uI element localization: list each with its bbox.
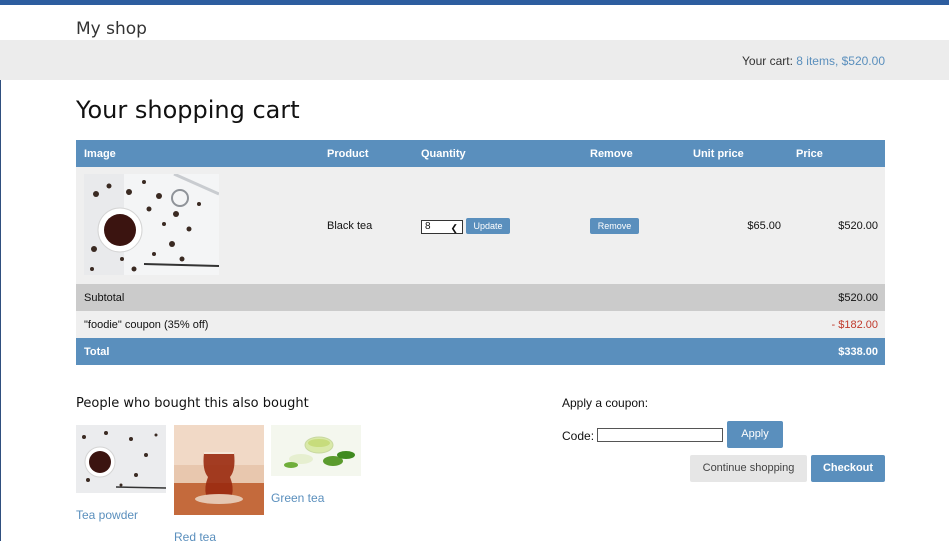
cart-summary: Your cart: 8 items, $520.00 — [742, 54, 885, 68]
column-header-quantity: Quantity — [421, 148, 466, 160]
site-header: My shop — [0, 5, 949, 40]
quantity-value: 8 — [425, 221, 431, 232]
page-title: Your shopping cart — [76, 96, 300, 124]
continue-shopping-button[interactable]: Continue shopping — [690, 455, 807, 482]
also-bought-link[interactable]: Green tea — [271, 491, 324, 505]
checkout-button[interactable]: Checkout — [811, 455, 885, 482]
total-row: Total $338.00 — [76, 338, 885, 365]
cart-summary-link[interactable]: 8 items, $520.00 — [796, 54, 885, 68]
remove-button[interactable]: Remove — [590, 218, 639, 234]
also-bought-title: People who bought this also bought — [76, 396, 309, 411]
black-tea-photo[interactable] — [84, 174, 219, 275]
table-row: Black tea 8 ❮ Update Remove $65.00 $520.… — [76, 167, 885, 284]
column-header-product: Product — [327, 148, 369, 160]
also-bought-link[interactable]: Tea powder — [76, 508, 138, 522]
total-value: $338.00 — [838, 346, 878, 358]
product-name[interactable]: Black tea — [327, 220, 372, 232]
line-price: $520.00 — [838, 220, 878, 232]
window-edge — [0, 5, 1, 541]
coupon-discount: - $182.00 — [831, 319, 878, 331]
subtotal-row: Subtotal $520.00 — [76, 284, 885, 311]
table-header: Image Product Quantity Remove Unit price… — [76, 140, 885, 167]
coupon-row: "foodie" coupon (35% off) - $182.00 — [76, 311, 885, 338]
coupon-form-title: Apply a coupon: — [562, 396, 649, 410]
coupon-label: "foodie" coupon (35% off) — [84, 319, 209, 331]
chevron-down-icon: ❮ — [450, 223, 458, 233]
tea-powder-photo[interactable] — [76, 425, 166, 493]
subtotal-label: Subtotal — [84, 292, 125, 304]
column-header-image: Image — [84, 148, 116, 160]
quantity-select[interactable]: 8 ❮ — [421, 220, 463, 234]
column-header-unit-price: Unit price — [693, 148, 744, 160]
subtotal-value: $520.00 — [838, 292, 878, 304]
column-header-remove: Remove — [590, 148, 633, 160]
total-label: Total — [84, 346, 110, 358]
red-tea-photo[interactable] — [174, 425, 264, 515]
unit-price: $65.00 — [747, 220, 781, 232]
code-label: Code: — [562, 429, 595, 443]
coupon-code-input[interactable] — [597, 428, 723, 442]
cart-table: Image Product Quantity Remove Unit price… — [76, 140, 885, 365]
also-bought-link[interactable]: Red tea — [174, 530, 216, 544]
update-button[interactable]: Update — [466, 218, 510, 234]
green-tea-photo[interactable] — [271, 425, 361, 476]
shop-brand[interactable]: My shop — [76, 19, 147, 39]
apply-button[interactable]: Apply — [727, 421, 783, 448]
column-header-price: Price — [796, 148, 823, 160]
cart-bar: Your cart: 8 items, $520.00 — [0, 40, 949, 80]
cart-summary-label: Your cart: — [742, 54, 793, 68]
